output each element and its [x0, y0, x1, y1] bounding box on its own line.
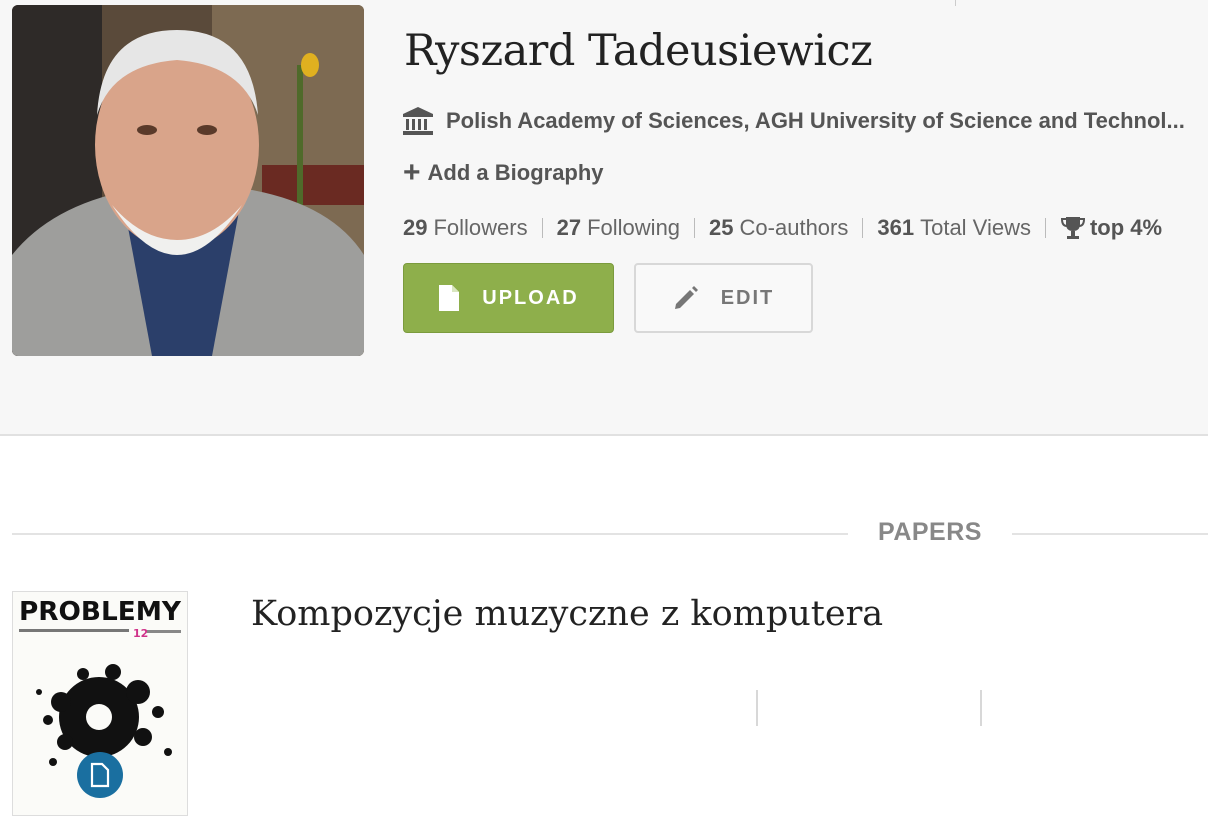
- total-views-count: 361: [877, 215, 915, 240]
- bank-icon: [403, 107, 433, 135]
- add-biography-label: Add a Biography: [427, 160, 604, 185]
- heading-rule: [1012, 533, 1208, 535]
- header-divider-tick: [955, 0, 956, 6]
- plus-icon: +: [403, 156, 421, 189]
- avatar[interactable]: [12, 5, 364, 356]
- thumbnail-issue: 12: [133, 627, 148, 640]
- affiliation[interactable]: Polish Academy of Sciences, AGH Universi…: [402, 104, 1202, 138]
- stat-separator: [1044, 218, 1046, 238]
- stat-rank[interactable]: top 4%: [1060, 215, 1162, 241]
- add-biography-link[interactable]: + Add a Biography: [403, 156, 604, 190]
- upload-button[interactable]: UPLOAD: [403, 263, 614, 333]
- coauthors-count: 25: [709, 215, 734, 240]
- profile-header: Ryszard Tadeusiewicz Polish Academy of S…: [0, 0, 1208, 436]
- papers-section-heading: PAPERS: [12, 516, 1208, 550]
- pencil-icon: [674, 286, 698, 309]
- stat-total-views[interactable]: 361 Total Views: [877, 215, 1031, 241]
- total-views-label: Total Views: [920, 215, 1031, 240]
- stat-followers[interactable]: 29 Followers: [403, 215, 528, 241]
- stat-separator: [862, 218, 864, 238]
- following-count: 27: [556, 215, 582, 240]
- stat-coauthors[interactable]: 25 Co-authors: [709, 215, 848, 241]
- paper-meta-divider: [980, 690, 982, 726]
- followers-label: Followers: [433, 215, 528, 240]
- trophy-icon: [1060, 217, 1085, 239]
- profile-stats: 29 Followers 27 Following 25 Co-authors 361…: [403, 211, 1208, 245]
- file-icon: [439, 285, 460, 311]
- paper-thumbnail[interactable]: PROBLEMY 12: [12, 591, 188, 816]
- heading-rule: [12, 533, 848, 535]
- stat-separator: [541, 218, 543, 238]
- coauthors-label: Co-authors: [739, 215, 849, 240]
- following-label: Following: [587, 215, 681, 240]
- document-icon: [77, 752, 123, 798]
- profile-name: Ryszard Tadeusiewicz: [404, 26, 873, 76]
- paper-title-link[interactable]: Kompozycje muzyczne z komputera: [251, 594, 883, 634]
- stat-following[interactable]: 27 Following: [557, 215, 680, 241]
- affiliation-text: Polish Academy of Sciences, AGH Universi…: [446, 108, 1185, 133]
- stat-separator: [694, 218, 696, 238]
- edit-button[interactable]: EDIT: [634, 263, 813, 333]
- followers-count: 29: [403, 215, 428, 240]
- papers-heading-label: PAPERS: [878, 518, 982, 546]
- edit-label: EDIT: [720, 286, 775, 309]
- paper-meta-divider: [756, 690, 758, 726]
- upload-label: UPLOAD: [482, 286, 579, 309]
- thumbnail-title: PROBLEMY: [19, 597, 182, 627]
- rank-label: top 4%: [1089, 215, 1163, 240]
